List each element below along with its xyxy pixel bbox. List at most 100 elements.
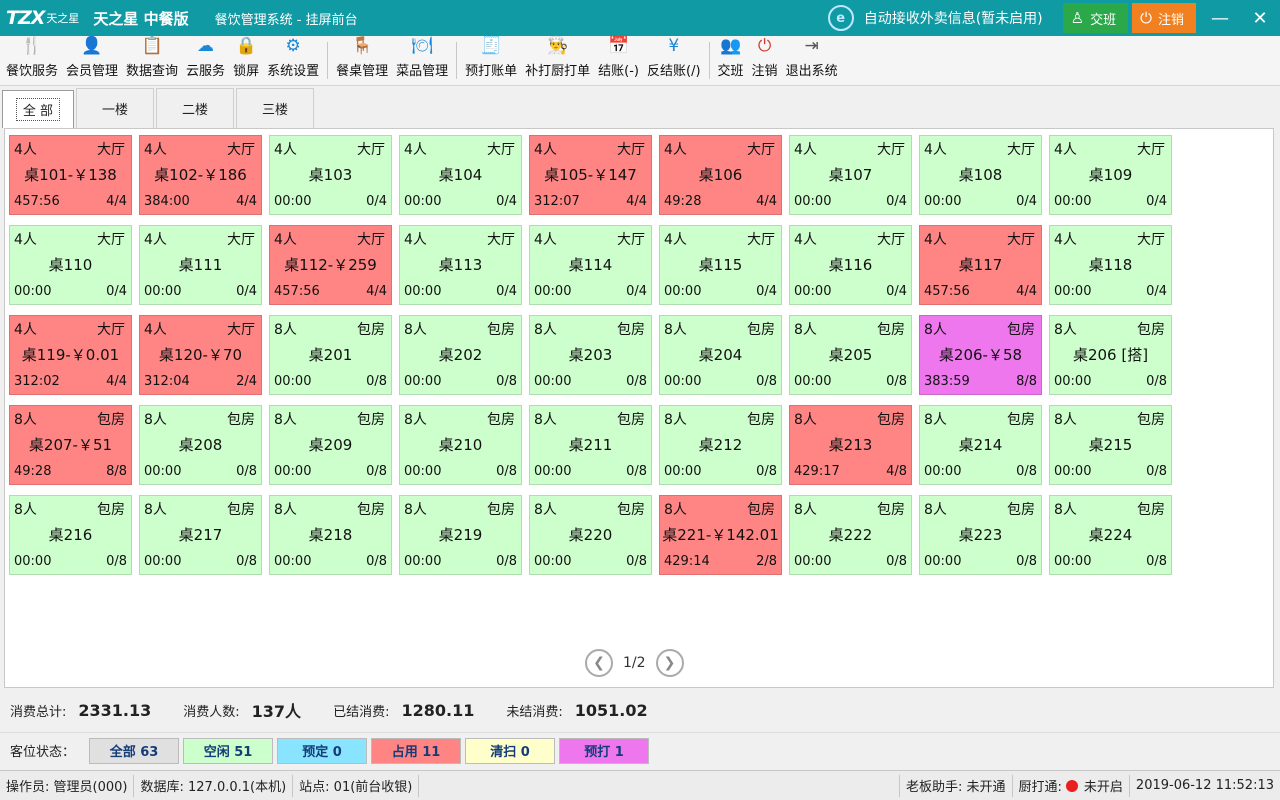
table-card[interactable]: 4人 大厅 桌115 00:00 0/4 xyxy=(659,225,782,305)
status-filter-clean[interactable]: 清扫 0 xyxy=(465,737,556,764)
toolbar-button-power[interactable]: ⏻ 注销 xyxy=(748,36,782,85)
table-card[interactable]: 4人 大厅 桌111 00:00 0/4 xyxy=(139,225,262,305)
table-card[interactable]: 4人 大厅 桌120-￥70 312:04 2/4 xyxy=(139,315,262,395)
toolbar-button-fork-knife[interactable]: 🍴 餐饮服务 xyxy=(2,36,62,85)
table-name: 桌102-￥186 xyxy=(154,166,247,184)
table-capacity: 4人 xyxy=(1054,232,1077,248)
status-filter-all[interactable]: 全部 63 xyxy=(89,737,180,764)
table-card[interactable]: 8人 包房 桌222 00:00 0/8 xyxy=(789,495,912,575)
table-card[interactable]: 8人 包房 桌209 00:00 0/8 xyxy=(269,405,392,485)
table-card[interactable]: 8人 包房 桌221-￥142.01 429:14 2/8 xyxy=(659,495,782,575)
table-card[interactable]: 8人 包房 桌203 00:00 0/8 xyxy=(529,315,652,395)
table-card[interactable]: 8人 包房 桌214 00:00 0/8 xyxy=(919,405,1042,485)
table-card[interactable]: 8人 包房 桌215 00:00 0/8 xyxy=(1049,405,1172,485)
tab-floor-3[interactable]: 三楼 xyxy=(236,88,314,128)
table-time: 312:07 xyxy=(534,194,580,209)
status-filter-booked[interactable]: 预定 0 xyxy=(277,737,368,764)
table-card[interactable]: 8人 包房 桌220 00:00 0/8 xyxy=(529,495,652,575)
toolbar-button-label: 注销 xyxy=(751,64,778,79)
table-card[interactable]: 4人 大厅 桌118 00:00 0/4 xyxy=(1049,225,1172,305)
table-card[interactable]: 4人 大厅 桌110 00:00 0/4 xyxy=(9,225,132,305)
table-seats: 0/8 xyxy=(626,554,647,569)
tab-floor-2[interactable]: 二楼 xyxy=(156,88,234,128)
toolbar-button-yen[interactable]: ¥ 反结账(/) xyxy=(643,36,705,85)
toolbar-button-exit[interactable]: ⇥ 退出系统 xyxy=(782,36,842,85)
settings-icon: ⚙ xyxy=(285,36,301,56)
table-card[interactable]: 8人 包房 桌219 00:00 0/8 xyxy=(399,495,522,575)
table-card[interactable]: 4人 大厅 桌116 00:00 0/4 xyxy=(789,225,912,305)
table-card[interactable]: 8人 包房 桌224 00:00 0/8 xyxy=(1049,495,1172,575)
table-card[interactable]: 8人 包房 桌205 00:00 0/8 xyxy=(789,315,912,395)
table-card[interactable]: 8人 包房 桌201 00:00 0/8 xyxy=(269,315,392,395)
toolbar-button-calendar[interactable]: 📅 结账(-) xyxy=(594,36,643,85)
table-card[interactable]: 8人 包房 桌208 00:00 0/8 xyxy=(139,405,262,485)
table-seats: 4/8 xyxy=(886,464,907,479)
toolbar-button-lock[interactable]: 🔒 锁屏 xyxy=(229,36,263,85)
toolbar-button-dish[interactable]: 🍽 菜品管理 xyxy=(392,36,452,85)
chevron-left-icon[interactable]: ❮ xyxy=(585,649,613,677)
minimize-icon[interactable]: — xyxy=(1200,0,1240,36)
table-card[interactable]: 8人 包房 桌217 00:00 0/8 xyxy=(139,495,262,575)
table-card[interactable]: 4人 大厅 桌117 457:56 4/4 xyxy=(919,225,1042,305)
table-card[interactable]: 4人 大厅 桌113 00:00 0/4 xyxy=(399,225,522,305)
table-card[interactable]: 8人 包房 桌212 00:00 0/8 xyxy=(659,405,782,485)
close-icon[interactable]: ✕ xyxy=(1240,0,1280,36)
table-card[interactable]: 4人 大厅 桌119-￥0.01 312:02 4/4 xyxy=(9,315,132,395)
exit-icon: ⇥ xyxy=(804,36,819,56)
status-filter-pre[interactable]: 预打 1 xyxy=(559,737,650,764)
table-name: 桌219 xyxy=(438,526,483,544)
table-area: 包房 xyxy=(1137,322,1165,338)
tab-floor-1[interactable]: 一楼 xyxy=(76,88,154,128)
logout-button[interactable]: ⏻ 注销 xyxy=(1132,3,1196,33)
table-name: 桌211 xyxy=(568,436,613,454)
status-filter-busy[interactable]: 占用 11 xyxy=(371,737,462,764)
table-time: 457:56 xyxy=(924,284,970,299)
table-card[interactable]: 4人 大厅 桌114 00:00 0/4 xyxy=(529,225,652,305)
tab-floor-0[interactable]: 全 部 xyxy=(2,90,74,128)
table-card[interactable]: 8人 包房 桌216 00:00 0/8 xyxy=(9,495,132,575)
table-capacity: 8人 xyxy=(144,502,167,518)
table-card[interactable]: 4人 大厅 桌101-￥138 457:56 4/4 xyxy=(9,135,132,215)
table-time: 00:00 xyxy=(404,374,442,389)
table-card[interactable]: 8人 包房 桌213 429:17 4/8 xyxy=(789,405,912,485)
toolbar-button-label: 餐桌管理 xyxy=(336,64,389,79)
table-card[interactable]: 8人 包房 桌207-￥51 49:28 8/8 xyxy=(9,405,132,485)
table-card[interactable]: 4人 大厅 桌103 00:00 0/4 xyxy=(269,135,392,215)
table-card[interactable]: 4人 大厅 桌105-￥147 312:07 4/4 xyxy=(529,135,652,215)
table-name: 桌105-￥147 xyxy=(544,166,637,184)
table-card[interactable]: 8人 包房 桌206 [搭] 00:00 0/8 xyxy=(1049,315,1172,395)
table-card[interactable]: 8人 包房 桌211 00:00 0/8 xyxy=(529,405,652,485)
table-card[interactable]: 8人 包房 桌223 00:00 0/8 xyxy=(919,495,1042,575)
floor-tabs: 全 部 一楼 二楼 三楼 xyxy=(2,88,316,128)
table-card[interactable]: 8人 包房 桌202 00:00 0/8 xyxy=(399,315,522,395)
shift-button[interactable]: ♙ 交班 xyxy=(1062,3,1129,33)
page-indicator: 1/2 xyxy=(623,655,646,671)
table-card[interactable]: 4人 大厅 桌106 49:28 4/4 xyxy=(659,135,782,215)
takeout-auto-receive[interactable]: e 自动接收外卖信息(暂未启用) xyxy=(827,5,1043,31)
table-capacity: 4人 xyxy=(794,142,817,158)
toolbar-button-chef[interactable]: 👨‍🍳 补打厨打单 xyxy=(521,36,594,85)
table-card[interactable]: 4人 大厅 桌107 00:00 0/4 xyxy=(789,135,912,215)
chevron-right-icon[interactable]: ❯ xyxy=(655,649,684,677)
table-time: 312:04 xyxy=(144,374,190,389)
toolbar-button-member[interactable]: 👤 会员管理 xyxy=(62,36,122,85)
table-seats: 0/8 xyxy=(496,464,517,479)
toolbar-button-settings[interactable]: ⚙ 系统设置 xyxy=(263,36,323,85)
table-card[interactable]: 8人 包房 桌210 00:00 0/8 xyxy=(399,405,522,485)
toolbar-button-table[interactable]: 🪑 餐桌管理 xyxy=(332,36,392,85)
toolbar-button-bill[interactable]: 🧾 预打账单 xyxy=(461,36,521,85)
table-card[interactable]: 8人 包房 桌204 00:00 0/8 xyxy=(659,315,782,395)
table-name: 桌107 xyxy=(828,166,873,184)
toolbar-button-data-query[interactable]: 📋 数据查询 xyxy=(122,36,182,85)
status-filter-idle[interactable]: 空闲 51 xyxy=(183,737,274,764)
table-capacity: 4人 xyxy=(14,232,37,248)
table-card[interactable]: 4人 大厅 桌102-￥186 384:00 4/4 xyxy=(139,135,262,215)
table-card[interactable]: 4人 大厅 桌108 00:00 0/4 xyxy=(919,135,1042,215)
toolbar-button-shift[interactable]: 👥 交班 xyxy=(714,36,748,85)
table-card[interactable]: 4人 大厅 桌112-￥259 457:56 4/4 xyxy=(269,225,392,305)
table-card[interactable]: 8人 包房 桌218 00:00 0/8 xyxy=(269,495,392,575)
table-card[interactable]: 4人 大厅 桌104 00:00 0/4 xyxy=(399,135,522,215)
toolbar-button-cloud[interactable]: ☁ 云服务 xyxy=(182,36,229,85)
table-card[interactable]: 4人 大厅 桌109 00:00 0/4 xyxy=(1049,135,1172,215)
table-card[interactable]: 8人 包房 桌206-￥58 383:59 8/8 xyxy=(919,315,1042,395)
